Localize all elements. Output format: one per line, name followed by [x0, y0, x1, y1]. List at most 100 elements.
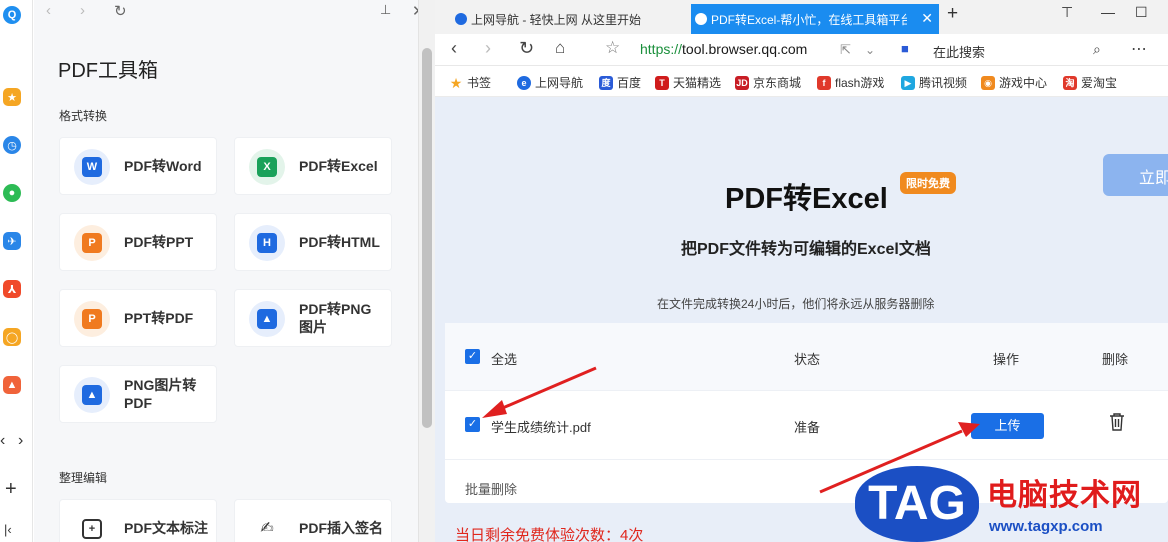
search-input[interactable]: 在此搜索	[933, 42, 985, 61]
chevron-down-icon[interactable]: ⌄	[865, 43, 875, 57]
row-checkbox[interactable]: ✓	[465, 417, 480, 432]
url-input[interactable]: https://tool.browser.qq.com	[640, 41, 807, 57]
watermark-tag: TAG	[855, 466, 979, 542]
row-divider	[445, 459, 1168, 460]
bookmark-label: 爱淘宝	[1081, 76, 1118, 90]
tool-label: PNG图片转PDF	[124, 377, 197, 411]
pdf-tool-icon[interactable]: ⅄	[3, 280, 21, 298]
rail-add-icon[interactable]: +	[5, 478, 17, 501]
action-header: 操作	[993, 352, 1020, 367]
tool-label: PDF转Excel	[299, 158, 378, 174]
tool-card-pdf-to-ppt[interactable]: P PDF转PPT	[59, 213, 217, 271]
upload-button[interactable]: 上传	[971, 413, 1044, 439]
tool-card-signature[interactable]: ✍ PDF插入签名	[234, 499, 392, 542]
tool-card-png-to-pdf[interactable]: ▲ PNG图片转PDF	[59, 365, 217, 423]
try-now-button[interactable]: 立即	[1103, 154, 1168, 196]
tab-pdf-to-excel[interactable]: PDF转Excel-帮小忙，在线工具箱平台 ✕	[691, 4, 939, 34]
batch-delete-link[interactable]: 批量删除	[465, 479, 517, 498]
free-badge: 限时免费	[900, 172, 956, 194]
signature-icon: ✍	[249, 511, 285, 542]
watermark-title: 电脑技术网	[987, 479, 1142, 512]
minimize-icon[interactable]: —	[1101, 4, 1115, 20]
image-tool-icon[interactable]: ▲	[3, 376, 21, 394]
address-bar: ‹ › ↻ ⌂ ☆ https://tool.browser.qq.com ⇱ …	[435, 34, 1168, 66]
select-all-label: 全选	[491, 352, 518, 367]
deletion-note: 在文件完成转换24小时后，他们将永远从服务器删除	[657, 297, 935, 311]
search-tool-icon[interactable]: ◯	[3, 328, 21, 346]
panel-forward-icon[interactable]: ›	[80, 2, 85, 19]
tab-label: 上网导航 - 轻快上网 从这里开始	[471, 12, 641, 27]
bookmark-label: 书签	[467, 76, 492, 90]
panel-scroll-thumb[interactable]	[422, 48, 432, 428]
tool-tab-icon	[695, 13, 707, 25]
tool-card-text-annotate[interactable]: + PDF文本标注	[59, 499, 217, 542]
panel-pin-icon[interactable]: ⊥	[380, 2, 391, 18]
page-title: PDF转Excel	[725, 183, 888, 215]
search-engine-icon[interactable]: ■	[901, 41, 909, 56]
panel-title: PDF工具箱	[58, 60, 158, 82]
bookmark-item[interactable]: e 上网导航	[517, 74, 583, 91]
pdf-to-word-icon: W	[74, 149, 110, 185]
new-tab-icon[interactable]: +	[947, 3, 958, 25]
refresh-icon[interactable]: ↻	[519, 38, 534, 59]
bookmark-item[interactable]: ▶ 腾讯视频	[901, 74, 967, 91]
rail-prev-icon[interactable]: ‹	[0, 432, 5, 450]
tool-card-pdf-to-png[interactable]: ▲ PDF转PNG图片	[234, 289, 392, 347]
tab-bar: 上网导航 - 轻快上网 从这里开始 PDF转Excel-帮小忙，在线工具箱平台 …	[435, 0, 1168, 34]
tool-card-pdf-to-excel[interactable]: X PDF转Excel	[234, 137, 392, 195]
back-icon[interactable]: ‹	[451, 38, 457, 59]
tmall-icon: T	[655, 75, 669, 90]
star-icon: ★	[449, 74, 463, 91]
baidu-icon: 度	[599, 75, 613, 90]
bookmark-folder[interactable]: ★ 书签	[449, 74, 491, 91]
search-icon[interactable]: ⌕	[1093, 41, 1101, 58]
pdf-to-excel-icon: X	[249, 149, 285, 185]
bookmark-label: 百度	[617, 76, 642, 90]
bookmark-star-icon[interactable]: ☆	[605, 38, 620, 58]
ppt-to-pdf-icon: P	[74, 301, 110, 337]
tool-card-ppt-to-pdf[interactable]: P PPT转PDF	[59, 289, 217, 347]
home-icon[interactable]: ⌂	[555, 38, 565, 58]
maximize-icon[interactable]: ☐	[1135, 4, 1148, 21]
tool-card-pdf-to-word[interactable]: W PDF转Word	[59, 137, 217, 195]
qq-browser-logo-icon[interactable]: Q	[3, 6, 21, 24]
bookmark-label: 上网导航	[535, 76, 584, 90]
bookmark-label: flash游戏	[835, 76, 885, 90]
panel-scrollbar[interactable]	[418, 0, 435, 542]
trash-icon[interactable]	[1109, 413, 1125, 431]
screen: Q ★ ◷ ● ✈ ⅄ ◯ ▲ ‹ › + |‹ ‹ › ↻ ⊥ ✕ PDF工具…	[0, 0, 1168, 542]
pdf-to-ppt-icon: P	[74, 225, 110, 261]
more-menu-icon[interactable]: ⋯	[1131, 39, 1147, 59]
share-icon[interactable]: ⇱	[840, 42, 851, 58]
bookmark-item[interactable]: 度百度	[599, 74, 641, 91]
rail-next-icon[interactable]: ›	[18, 432, 23, 450]
bookmark-label: 腾讯视频	[919, 76, 968, 90]
bookmark-item[interactable]: f flash游戏	[817, 74, 884, 91]
watermark-url: www.tagxp.com	[989, 518, 1103, 535]
favorites-icon[interactable]: ★	[3, 88, 21, 106]
toolbox-icon[interactable]: ✈	[3, 232, 21, 250]
bookmark-item[interactable]: T 天猫精选	[655, 74, 721, 91]
forward-icon[interactable]: ›	[485, 38, 491, 59]
select-all-checkbox[interactable]: ✓	[465, 349, 480, 364]
browser-window: 上网导航 - 轻快上网 从这里开始 PDF转Excel-帮小忙，在线工具箱平台 …	[435, 0, 1168, 542]
bookmark-item[interactable]: JD 京东商城	[735, 74, 801, 91]
tab-label: PDF转Excel-帮小忙，在线工具箱平台	[711, 12, 907, 27]
tencent-video-icon: ▶	[901, 75, 915, 90]
ie-icon: e	[517, 75, 531, 90]
rail-collapse-icon[interactable]: |‹	[4, 522, 12, 537]
history-icon[interactable]: ◷	[3, 136, 21, 154]
bookmark-item[interactable]: 淘爱淘宝	[1063, 74, 1117, 91]
shirt-skin-icon[interactable]: ⊤	[1061, 4, 1073, 21]
tab-navigation[interactable]: 上网导航 - 轻快上网 从这里开始	[451, 4, 687, 34]
app-rail: Q ★ ◷ ● ✈ ⅄ ◯ ▲ ‹ › + |‹	[0, 0, 33, 542]
tab-close-icon[interactable]: ✕	[921, 10, 933, 27]
bookmark-label: 天猫精选	[673, 76, 722, 90]
page-subtitle: 把PDF文件转为可编辑的Excel文档	[681, 241, 931, 258]
wechat-icon[interactable]: ●	[3, 184, 21, 202]
bookmark-item[interactable]: ◉ 游戏中心	[981, 74, 1047, 91]
panel-back-icon[interactable]: ‹	[46, 2, 51, 19]
tool-label: PDF转PNG图片	[299, 301, 372, 335]
tool-card-pdf-to-html[interactable]: H PDF转HTML	[234, 213, 392, 271]
panel-refresh-icon[interactable]: ↻	[114, 2, 127, 20]
